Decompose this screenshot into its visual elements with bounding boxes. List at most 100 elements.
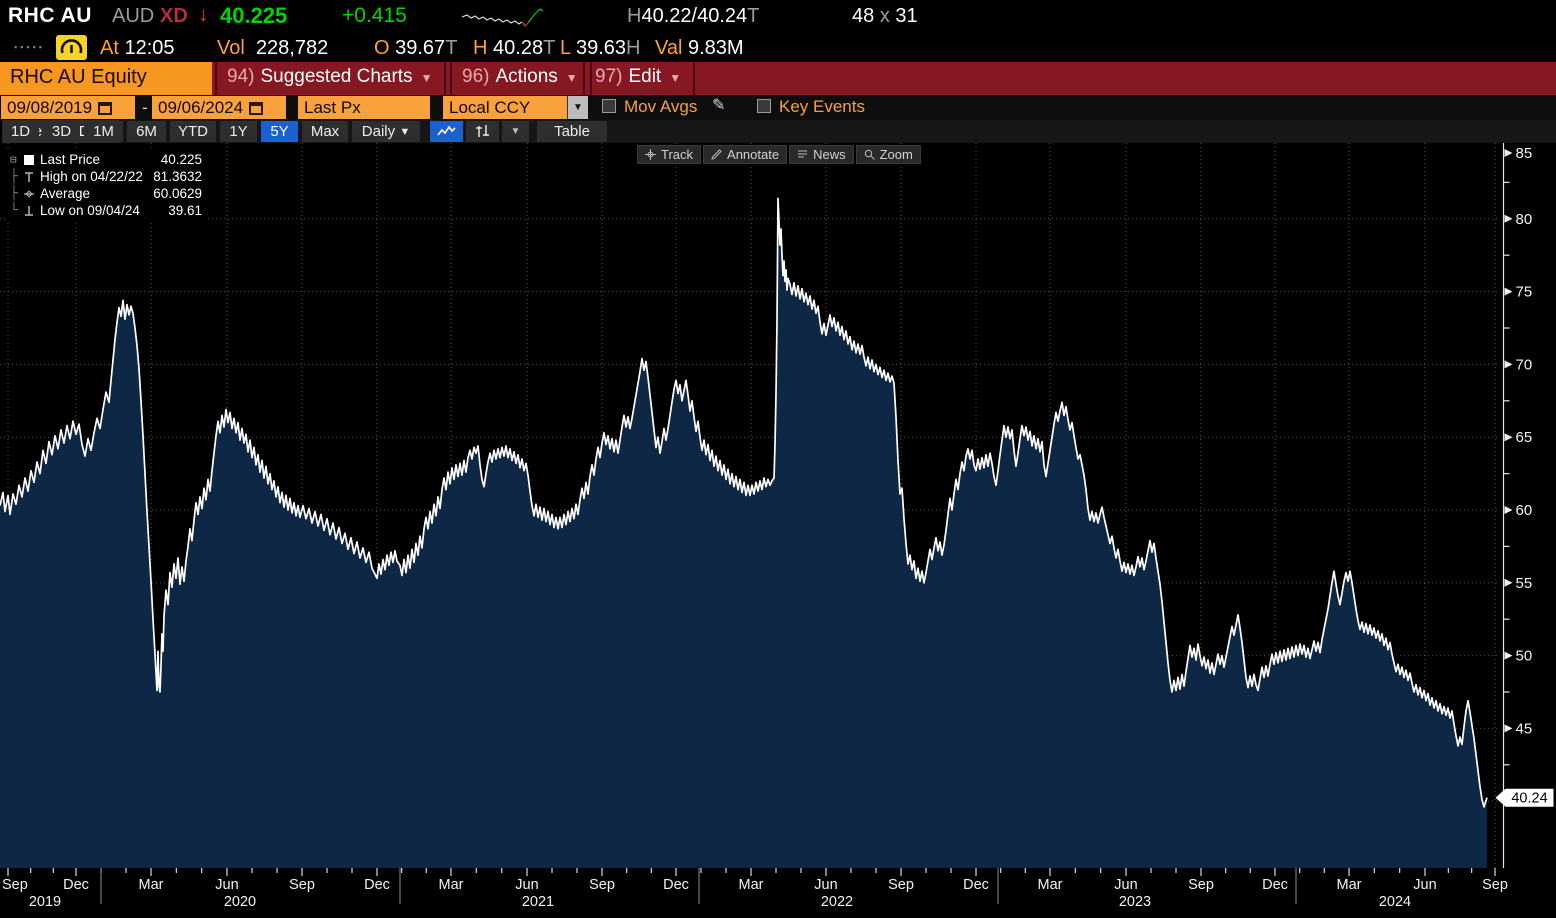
tree-expander-icon[interactable]: ⊟ [10, 153, 23, 166]
lot-size: 48 x 31 [852, 5, 918, 28]
tab-max[interactable]: Max [302, 121, 348, 142]
pencil-icon [711, 149, 722, 160]
bid-ask-quote: H40.22/40.24T [627, 5, 759, 28]
table-button[interactable]: Table [537, 121, 607, 142]
date-range-dash: - [142, 98, 148, 118]
svg-text:75: 75 [1516, 284, 1533, 301]
svg-text:Jun: Jun [1114, 877, 1137, 893]
quote-dots: ▪▪▪▪▪ [14, 42, 45, 52]
svg-text:Dec: Dec [1262, 877, 1288, 893]
currency-dropdown-button[interactable]: ▼ [567, 96, 588, 119]
price-chart-svg[interactable]: 45505560657075808540.24SepDecMarJunSepDe… [0, 143, 1556, 918]
tab-1y[interactable]: 1Y [220, 121, 257, 142]
chevron-down-icon: ▼ [399, 126, 410, 138]
svg-text:Sep: Sep [2, 877, 28, 893]
period-tab-row: 1D 3D 1M 6M YTD 1Y 5Y Max Daily ▼ ▼ Tabl… [0, 120, 1556, 143]
svg-text:Dec: Dec [63, 877, 89, 893]
currency-code: AUD [112, 5, 154, 28]
date-to-input[interactable]: 09/06/2024 [152, 96, 286, 119]
annotate-button[interactable]: Annotate [703, 145, 787, 164]
chart-settings-row: 09/08/2019 - 09/06/2024 Last Px Local CC… [0, 95, 1556, 120]
svg-text:Jun: Jun [215, 877, 238, 893]
price-field-select[interactable]: Last Px [298, 96, 430, 119]
menu-edit[interactable]: 97)Edit▼ [583, 62, 695, 95]
news-button[interactable]: News [789, 145, 854, 164]
tab-ytd[interactable]: YTD [170, 121, 216, 142]
last-price: 40.225 [220, 3, 287, 29]
svg-text:Dec: Dec [963, 877, 989, 893]
zoom-button[interactable]: Zoom [856, 145, 921, 164]
svg-text:Mar: Mar [139, 877, 164, 893]
menu-bar: RHC AU Equity 94)Suggested Charts▼ 96)Ac… [0, 62, 1556, 95]
legend-row-average[interactable]: ├ Average 60.0629 [10, 185, 202, 202]
key-events-checkbox[interactable] [757, 99, 771, 113]
tab-5y[interactable]: 5Y [261, 121, 298, 142]
at-time: At 12:05 [100, 37, 175, 60]
svg-text:65: 65 [1516, 429, 1533, 446]
chart-legend[interactable]: ⊟ Last Price 40.225 ├ High on 04/22/22 8… [6, 149, 206, 222]
key-events-label: Key Events [779, 97, 865, 117]
mov-avgs-label: Mov Avgs [624, 97, 697, 117]
svg-text:40.24: 40.24 [1511, 791, 1547, 807]
svg-text:Sep: Sep [1188, 877, 1214, 893]
svg-text:Jun: Jun [1413, 877, 1436, 893]
svg-text:Mar: Mar [739, 877, 764, 893]
price-change: +0.415 [342, 4, 407, 28]
chart-toolbar: Track Annotate News Zoom [637, 145, 921, 164]
traded-value: Val 9.83M [655, 37, 744, 60]
svg-text:80: 80 [1516, 211, 1533, 228]
svg-text:50: 50 [1516, 648, 1533, 665]
svg-text:45: 45 [1516, 720, 1533, 737]
bar-chart-type-button[interactable] [466, 121, 499, 142]
currency-select[interactable]: Local CCY [443, 96, 567, 119]
mov-avgs-checkbox[interactable] [602, 99, 616, 113]
svg-text:Jun: Jun [814, 877, 837, 893]
svg-text:Mar: Mar [439, 877, 464, 893]
svg-text:Dec: Dec [364, 877, 390, 893]
low-marker-icon [23, 205, 40, 217]
svg-text:55: 55 [1516, 575, 1533, 592]
svg-text:Sep: Sep [289, 877, 315, 893]
chevron-down-icon: ▼ [669, 71, 681, 85]
price-chart-area: 45505560657075808540.24SepDecMarJunSepDe… [0, 143, 1556, 918]
svg-text:Sep: Sep [589, 877, 615, 893]
quote-row-secondary: ▪▪▪▪▪ At 12:05 Vol 228,782 O 39.67T H 40… [0, 33, 1556, 62]
menu-actions[interactable]: 96)Actions▼ [450, 62, 592, 95]
average-marker-icon [23, 188, 40, 200]
svg-text:2020: 2020 [224, 894, 256, 910]
magnifier-icon [864, 149, 875, 160]
svg-text:Jun: Jun [515, 877, 538, 893]
frequency-select[interactable]: Daily ▼ [352, 121, 420, 142]
legend-row-high[interactable]: ├ High on 04/22/22 81.3632 [10, 168, 202, 185]
open-price: O 39.67T [374, 37, 457, 60]
svg-text:2024: 2024 [1379, 894, 1411, 910]
tab-6m[interactable]: 6M [127, 121, 166, 142]
volume: Vol 228,782 [217, 37, 328, 60]
svg-text:2021: 2021 [522, 894, 554, 910]
security-field[interactable]: RHC AU Equity [0, 62, 212, 95]
tab-1d[interactable]: 1D [2, 121, 39, 142]
gauge-icon[interactable] [56, 35, 87, 60]
ex-dividend-flag: XD [160, 5, 188, 28]
svg-text:2022: 2022 [821, 894, 853, 910]
legend-row-low[interactable]: └ Low on 09/04/24 39.61 [10, 202, 202, 219]
date-from-input[interactable]: 09/08/2019 [1, 96, 135, 119]
menu-suggested-charts[interactable]: 94)Suggested Charts▼ [215, 62, 446, 95]
tab-1m[interactable]: 1M [84, 121, 123, 142]
svg-text:Mar: Mar [1337, 877, 1362, 893]
line-chart-type-button[interactable] [430, 121, 463, 142]
svg-text:70: 70 [1516, 356, 1533, 373]
svg-text:Sep: Sep [1482, 877, 1508, 893]
legend-row-last-price[interactable]: ⊟ Last Price 40.225 [10, 151, 202, 168]
chevron-down-icon: ▼ [421, 71, 433, 85]
track-button[interactable]: Track [637, 145, 701, 164]
chart-type-dropdown[interactable]: ▼ [502, 121, 529, 142]
svg-text:Sep: Sep [888, 877, 914, 893]
svg-text:60: 60 [1516, 502, 1533, 519]
last-price-swatch-icon [23, 154, 40, 166]
tab-3d[interactable]: 3D [43, 121, 80, 142]
pencil-icon[interactable]: ✎ [712, 95, 725, 115]
svg-text:Dec: Dec [663, 877, 689, 893]
chevron-down-icon: ▼ [566, 71, 578, 85]
track-icon [645, 149, 656, 160]
